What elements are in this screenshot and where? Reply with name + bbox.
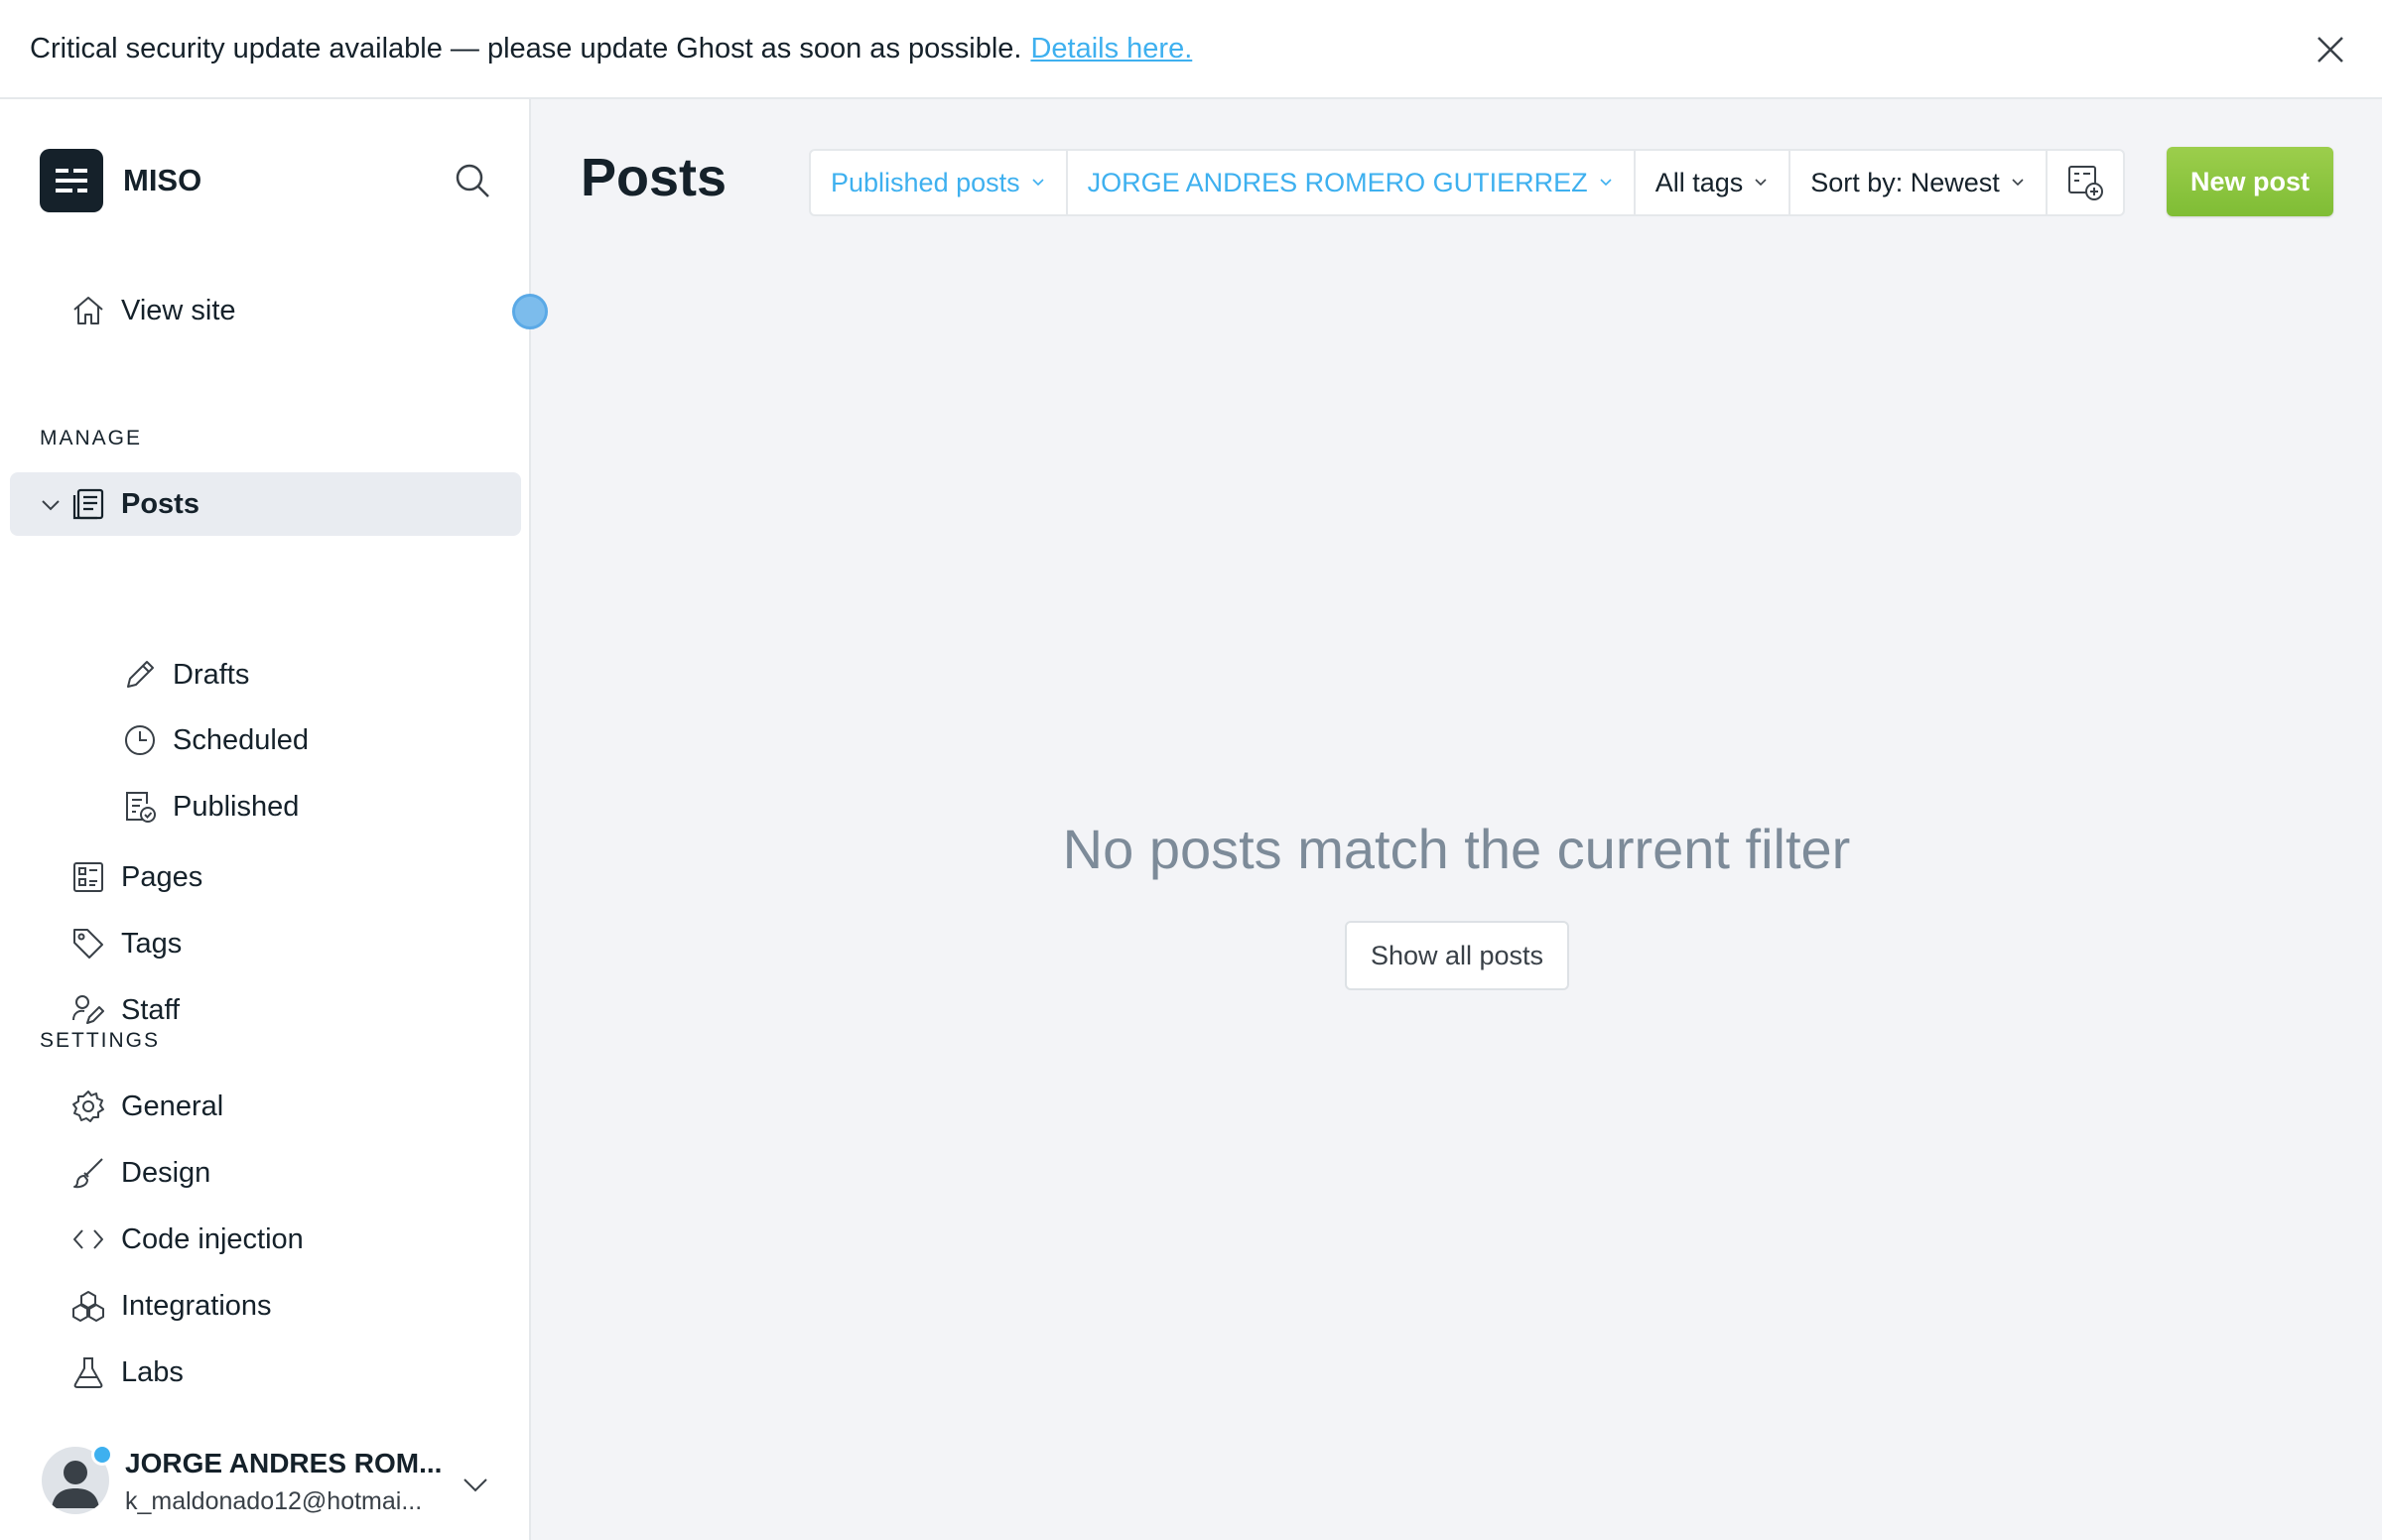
user-menu[interactable]: JORGE ANDRES ROM... k_maldonado12@hotmai… [40, 1444, 506, 1523]
save-view-icon [2067, 166, 2103, 200]
chevron-down-icon [2012, 179, 2024, 187]
chevron-down-icon [1755, 179, 1767, 187]
author-filter-label: JORGE ANDRES ROMERO GUTIERREZ [1087, 167, 1588, 197]
brush-icon [71, 1156, 105, 1190]
show-all-posts-button[interactable]: Show all posts [1345, 921, 1569, 990]
sidebar-item-labs[interactable]: Labs [10, 1341, 521, 1404]
site-logo [40, 149, 103, 212]
posts-icon [71, 487, 105, 521]
banner-message: Critical security update available — ple… [30, 32, 1022, 64]
view-site-indicator-dot[interactable] [512, 294, 548, 329]
sidebar: MISO View site MANAGE Posts Drafts Sched… [0, 99, 531, 1540]
published-label: Published [173, 790, 300, 823]
page-title: Posts [581, 148, 728, 207]
save-view-button[interactable] [2048, 151, 2123, 214]
chevron-down-icon[interactable] [40, 494, 62, 516]
sidebar-item-design[interactable]: Design [10, 1141, 521, 1205]
sidebar-item-drafts[interactable]: Drafts [10, 643, 521, 706]
sidebar-item-posts[interactable]: Posts [10, 472, 521, 536]
tags-label: Tags [121, 927, 183, 960]
site-name: MISO [123, 163, 202, 197]
chevron-down-icon[interactable] [461, 1470, 490, 1499]
pages-label: Pages [121, 860, 203, 893]
type-filter-dropdown[interactable]: Published posts [811, 151, 1068, 214]
general-label: General [121, 1090, 224, 1122]
security-update-banner: Critical security update available — ple… [0, 0, 2382, 99]
code-injection-label: Code injection [121, 1222, 304, 1255]
sort-label: Sort by: Newest [1810, 167, 2000, 197]
gear-icon [71, 1090, 105, 1123]
sort-dropdown[interactable]: Sort by: Newest [1790, 151, 2048, 214]
sidebar-item-published[interactable]: Published [10, 775, 521, 838]
sidebar-item-code-injection[interactable]: Code injection [10, 1208, 521, 1271]
flask-icon [71, 1355, 105, 1389]
banner-details-link[interactable]: Details here. [1030, 33, 1192, 65]
integrations-label: Integrations [121, 1289, 272, 1322]
posts-label: Posts [121, 487, 199, 520]
manage-section-title: MANAGE [40, 427, 143, 449]
notification-dot [91, 1444, 113, 1466]
new-post-button[interactable]: New post [2167, 147, 2333, 216]
brand[interactable]: MISO [40, 149, 201, 212]
type-filter-label: Published posts [831, 167, 1020, 197]
search-icon[interactable] [453, 161, 492, 200]
posts-filter-bar: Published posts JORGE ANDRES ROMERO GUTI… [809, 149, 2125, 216]
sidebar-item-integrations[interactable]: Integrations [10, 1274, 521, 1338]
code-icon [71, 1222, 105, 1256]
main-content: Posts Published posts JORGE ANDRES ROMER… [531, 99, 2382, 1540]
clock-icon [123, 723, 157, 757]
empty-state-message: No posts match the current filter [1062, 818, 1851, 880]
integrations-icon [71, 1289, 105, 1323]
pencil-icon [123, 658, 157, 692]
sidebar-item-tags[interactable]: Tags [10, 912, 521, 975]
author-filter-dropdown[interactable]: JORGE ANDRES ROMERO GUTIERREZ [1068, 151, 1636, 214]
tag-icon [71, 927, 105, 961]
sidebar-item-scheduled[interactable]: Scheduled [10, 708, 521, 772]
tags-filter-label: All tags [1654, 167, 1744, 197]
labs-label: Labs [121, 1355, 184, 1388]
scheduled-label: Scheduled [173, 723, 310, 756]
user-name: JORGE ANDRES ROM... [125, 1448, 443, 1478]
user-email: k_maldonado12@hotmai... [125, 1487, 423, 1515]
published-icon [123, 790, 157, 824]
staff-icon [71, 993, 105, 1027]
settings-section-title: SETTINGS [40, 1029, 161, 1052]
design-label: Design [121, 1156, 211, 1189]
sidebar-item-pages[interactable]: Pages [10, 845, 521, 909]
staff-label: Staff [121, 993, 181, 1026]
drafts-label: Drafts [173, 658, 250, 691]
sidebar-item-general[interactable]: General [10, 1075, 521, 1138]
pages-icon [71, 860, 105, 894]
tags-filter-dropdown[interactable]: All tags [1636, 151, 1791, 214]
chevron-down-icon [1600, 179, 1612, 187]
close-icon[interactable] [2313, 32, 2348, 67]
home-icon [71, 294, 105, 327]
view-site-label: View site [121, 294, 236, 326]
chevron-down-icon [1032, 179, 1044, 187]
view-site-link[interactable]: View site [10, 279, 521, 342]
